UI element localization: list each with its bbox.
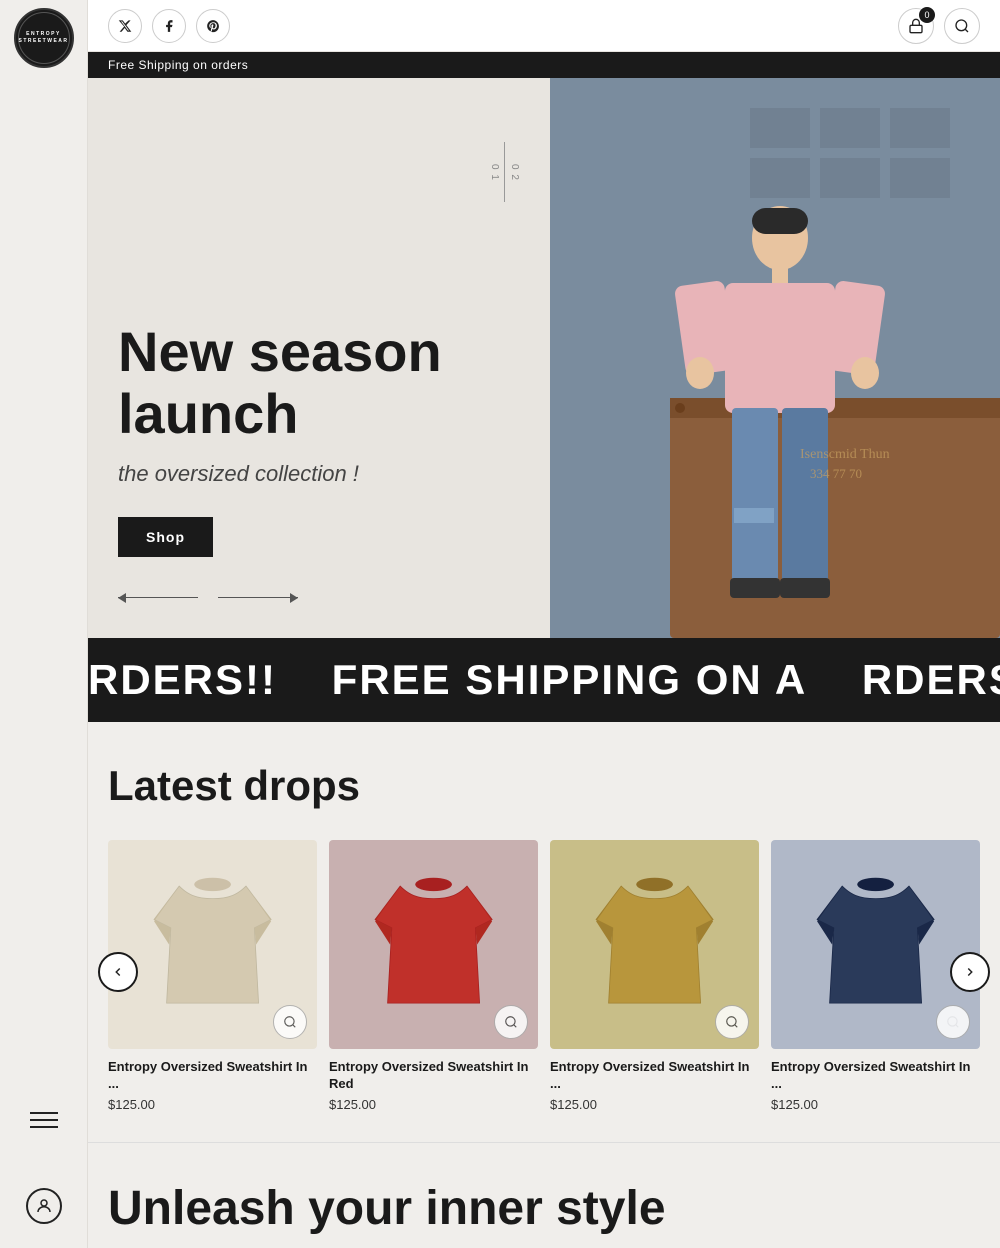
product-image-tan: [550, 840, 759, 1049]
menu-icon-line: [30, 1119, 58, 1121]
nav-right-actions: 0: [898, 8, 980, 44]
twitter-x-button[interactable]: [108, 9, 142, 43]
cart-button[interactable]: 0: [898, 8, 934, 44]
product-image-navy: [771, 840, 980, 1049]
product-card[interactable]: Entropy Oversized Sweatshirt In ... $125…: [771, 840, 980, 1112]
hero-subtitle: the oversized collection !: [118, 461, 510, 487]
product-price-2: $125.00: [329, 1097, 538, 1112]
hero-content: 0 2 0 1 New season launch the oversized …: [88, 78, 550, 638]
quick-view-button-1[interactable]: [273, 1005, 307, 1039]
product-price-3: $125.00: [550, 1097, 759, 1112]
hero-image: Isenscmid Thun 334 77 70: [550, 78, 1000, 638]
free-shipping-text: Free Shipping on orders: [108, 58, 248, 72]
brand-logo-text: ENTROPY STREETWEAR: [19, 31, 69, 45]
hero-navigation-arrows: [118, 597, 510, 599]
search-button[interactable]: [944, 8, 980, 44]
bottom-section: Unleash your inner style: [88, 1142, 1000, 1236]
bottom-title: Unleash your inner style: [108, 1183, 980, 1236]
products-grid: Entropy Oversized Sweatshirt In ... $125…: [108, 840, 980, 1112]
products-next-button[interactable]: [950, 952, 990, 992]
hero-section: 0 2 0 1 New season launch the oversized …: [88, 78, 1000, 638]
hero-shop-button[interactable]: Shop: [118, 517, 213, 557]
marquee-banner: RDERS!! FREE SHIPPING ON A RDERS!! FREE …: [88, 638, 1000, 722]
pinterest-button[interactable]: [196, 9, 230, 43]
latest-drops-section: Latest drops: [88, 722, 1000, 1142]
hero-next-arrow[interactable]: [218, 597, 298, 599]
product-price-1: $125.00: [108, 1097, 317, 1112]
product-name-3: Entropy Oversized Sweatshirt In ...: [550, 1059, 759, 1093]
menu-icon-line: [30, 1112, 58, 1114]
slide-line: [504, 142, 505, 202]
slide-num-top: 0 2: [509, 164, 520, 181]
top-navigation: 0: [88, 0, 1000, 52]
slide-indicator: 0 2 0 1: [489, 138, 520, 206]
hero-title: New season launch: [118, 321, 510, 444]
product-name-2: Entropy Oversized Sweatshirt In Red: [329, 1059, 538, 1093]
social-links: [108, 9, 230, 43]
svg-text:334 77 70: 334 77 70: [810, 466, 862, 481]
product-name-4: Entropy Oversized Sweatshirt In ...: [771, 1059, 980, 1093]
svg-text:Isenscmid Thun: Isenscmid Thun: [800, 447, 890, 462]
latest-drops-title: Latest drops: [108, 762, 980, 810]
main-content: 0 Free Shipping on orders 0 2 0 1 New se…: [88, 0, 1000, 1248]
marquee-text: RDERS!! FREE SHIPPING ON A RDERS!! FREE …: [88, 656, 1000, 704]
product-image-cream: [108, 840, 317, 1049]
products-prev-button[interactable]: [98, 952, 138, 992]
facebook-button[interactable]: [152, 9, 186, 43]
menu-icon-line: [30, 1126, 58, 1128]
product-card[interactable]: Entropy Oversized Sweatshirt In ... $125…: [108, 840, 317, 1112]
slide-num-bottom: 0 1: [489, 164, 500, 181]
quick-view-button-2[interactable]: [494, 1005, 528, 1039]
free-shipping-bar: Free Shipping on orders: [88, 52, 1000, 78]
brand-logo[interactable]: ENTROPY STREETWEAR: [14, 8, 74, 68]
hero-prev-arrow[interactable]: [118, 597, 198, 599]
user-account-button[interactable]: [26, 1188, 62, 1224]
quick-view-button-4[interactable]: [936, 1005, 970, 1039]
sidebar: ENTROPY STREETWEAR: [0, 0, 88, 1248]
product-price-4: $125.00: [771, 1097, 980, 1112]
cart-badge: 0: [919, 7, 935, 23]
product-card[interactable]: Entropy Oversized Sweatshirt In ... $125…: [550, 840, 759, 1112]
products-row: Entropy Oversized Sweatshirt In ... $125…: [108, 840, 980, 1112]
product-card[interactable]: Entropy Oversized Sweatshirt In Red $125…: [329, 840, 538, 1112]
product-name-1: Entropy Oversized Sweatshirt In ...: [108, 1059, 317, 1093]
menu-button[interactable]: [30, 1112, 58, 1128]
product-image-red: [329, 840, 538, 1049]
quick-view-button-3[interactable]: [715, 1005, 749, 1039]
